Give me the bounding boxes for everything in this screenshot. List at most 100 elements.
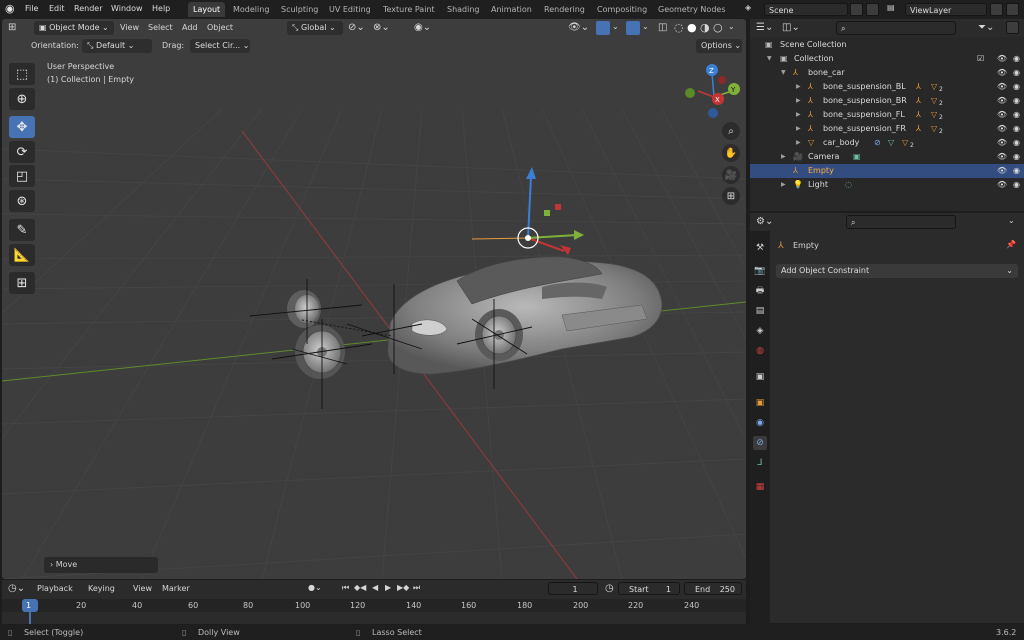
gizmo-toggle-button[interactable]	[596, 21, 610, 35]
expand-triangle-icon[interactable]: ▼	[781, 66, 786, 80]
play-reverse-icon[interactable]: ◀	[372, 583, 378, 592]
select-tool-button[interactable]: ⬚	[9, 63, 35, 85]
render-camera-icon[interactable]: ◉	[1013, 66, 1020, 80]
tab-uv-editing[interactable]: UV Editing	[324, 2, 376, 17]
timeline-editor-icon[interactable]: ◷⌄	[8, 583, 25, 594]
checkbox-icon[interactable]: ☑	[977, 52, 984, 66]
menu-keying[interactable]: Keying	[88, 584, 115, 593]
zoom-view-button[interactable]: ⌕	[722, 122, 740, 140]
overlay-toggle-button[interactable]	[626, 21, 640, 35]
proportional-edit-icon[interactable]: ◉⌄	[414, 22, 431, 33]
output-tab-icon[interactable]: 🖶	[753, 284, 767, 298]
menu-playback[interactable]: Playback	[37, 584, 73, 593]
physics-tab-icon[interactable]: ◉	[753, 416, 767, 430]
tab-geometry-nodes[interactable]: Geometry Nodes	[653, 2, 730, 17]
pivot-icon[interactable]: ⊘⌄	[348, 22, 365, 33]
menu-view[interactable]: View	[133, 584, 152, 593]
render-camera-icon[interactable]: ◉	[1013, 108, 1020, 122]
eye-icon[interactable]: 👁	[997, 52, 1007, 66]
texture-tab-icon[interactable]: ▦	[753, 480, 767, 494]
render-camera-icon[interactable]: ◉	[1013, 178, 1020, 192]
outliner-row-bone-suspension-fl[interactable]: ▶ ⅄ bone_suspension_FL ⅄ ▽ 2 👁 ◉	[750, 108, 1024, 122]
material-shading-icon[interactable]: ◑	[700, 21, 710, 34]
render-camera-icon[interactable]: ◉	[1013, 136, 1020, 150]
xray-icon[interactable]: ◫	[658, 22, 667, 33]
tab-compositing[interactable]: Compositing	[592, 2, 652, 17]
expand-triangle-icon[interactable]: ▶	[796, 94, 801, 108]
outliner-row-empty[interactable]: ⅄ Empty 👁 ◉	[750, 164, 1024, 178]
blender-logo-icon[interactable]: ◉	[5, 2, 15, 15]
expand-triangle-icon[interactable]: ▶	[796, 122, 801, 136]
tab-rendering[interactable]: Rendering	[539, 2, 590, 17]
jump-start-icon[interactable]: ⏮	[342, 583, 349, 593]
menu-render[interactable]: Render	[74, 4, 102, 13]
options-button[interactable]: Options ⌄	[696, 39, 742, 53]
annotate-tool-button[interactable]: ✎	[9, 219, 35, 241]
eye-icon[interactable]: 👁	[997, 136, 1007, 150]
menu-add[interactable]: Add	[182, 23, 198, 32]
tool-tab-icon[interactable]: ⚒	[753, 241, 767, 255]
solid-shading-icon[interactable]: ●	[687, 21, 697, 34]
eye-icon[interactable]: 👁	[997, 94, 1007, 108]
constraints-tab-icon[interactable]: ⊘	[753, 436, 767, 450]
pin-icon[interactable]: 📌	[1006, 240, 1016, 249]
wireframe-shading-icon[interactable]: ◌	[674, 21, 684, 34]
outliner-row-car-body[interactable]: ▶ ▽ car_body ⊘ ▽ ▽ 2 👁 ◉	[750, 136, 1024, 150]
properties-editor-icon[interactable]: ⚙⌄	[756, 216, 773, 227]
eye-icon[interactable]: 👁	[997, 66, 1007, 80]
transform-orientation-selector[interactable]: ⤡ Global ⌄	[287, 21, 343, 35]
viewport-scene[interactable]: Z Y X	[2, 19, 746, 579]
properties-search-input[interactable]: ⌕	[846, 215, 956, 229]
delete-view-layer-button[interactable]	[1006, 3, 1019, 16]
view-layer-selector[interactable]: ViewLayer	[905, 3, 987, 16]
move-tool-button[interactable]: ✥	[9, 116, 35, 138]
render-camera-icon[interactable]: ◉	[1013, 52, 1020, 66]
filter-icon[interactable]: ⏷⌄	[978, 22, 994, 33]
properties-options-icon[interactable]: ⌄	[1008, 216, 1015, 225]
object-data-tab-icon[interactable]: ⅃	[753, 456, 767, 470]
end-frame-field[interactable]: End 250	[684, 582, 742, 595]
outliner-row-scene-collection[interactable]: ▣ Scene Collection	[750, 38, 1024, 52]
new-scene-button[interactable]	[850, 3, 863, 16]
menu-window[interactable]: Window	[111, 4, 143, 13]
menu-object[interactable]: Object	[207, 23, 233, 32]
delete-scene-button[interactable]	[866, 3, 879, 16]
visibility-icon[interactable]: 👁⌄	[568, 22, 589, 33]
outliner-editor-icon[interactable]: ☰⌄	[756, 22, 773, 33]
menu-view[interactable]: View	[120, 23, 139, 32]
last-operator-panel[interactable]: › Move	[44, 557, 158, 573]
outliner-row-bone-suspension-fr[interactable]: ▶ ⅄ bone_suspension_FR ⅄ ▽ 2 👁 ◉	[750, 122, 1024, 136]
drag-selector[interactable]: Select Cir... ⌄	[190, 39, 250, 53]
jump-keyframe-back-icon[interactable]: ◆◀	[354, 583, 366, 592]
outliner-row-bone-suspension-br[interactable]: ▶ ⅄ bone_suspension_BR ⅄ ▽ 2 👁 ◉	[750, 94, 1024, 108]
render-camera-icon[interactable]: ◉	[1013, 164, 1020, 178]
object-tab-icon[interactable]: ▣	[753, 396, 767, 410]
eye-icon[interactable]: 👁	[997, 178, 1007, 192]
outliner-row-bone-car[interactable]: ▼ ⅄ bone_car 👁 ◉	[750, 66, 1024, 80]
rotate-tool-button[interactable]: ⟳	[9, 141, 35, 163]
gizmo-dropdown-icon[interactable]: ⌄	[612, 22, 619, 31]
expand-triangle-icon[interactable]: ▶	[796, 80, 801, 94]
tab-animation[interactable]: Animation	[486, 2, 537, 17]
world-tab-icon[interactable]: ◍	[753, 344, 767, 358]
shading-dropdown-icon[interactable]: ⌄	[728, 22, 735, 31]
expand-triangle-icon[interactable]: ▶	[781, 150, 786, 164]
play-icon[interactable]: ▶	[385, 583, 391, 592]
scene-selector[interactable]: Scene	[764, 3, 848, 16]
tab-texture-paint[interactable]: Texture Paint	[378, 2, 440, 17]
new-view-layer-button[interactable]	[990, 3, 1003, 16]
new-collection-button[interactable]	[1006, 21, 1019, 34]
tab-layout[interactable]: Layout	[188, 2, 226, 17]
menu-file[interactable]: File	[25, 4, 38, 13]
view-layer-tab-icon[interactable]: ▤	[753, 304, 767, 318]
eye-icon[interactable]: 👁	[997, 80, 1007, 94]
menu-edit[interactable]: Edit	[49, 4, 65, 13]
render-camera-icon[interactable]: ◉	[1013, 122, 1020, 136]
outliner-row-bone-suspension-bl[interactable]: ▶ ⅄ bone_suspension_BL ⅄ ▽ 2 👁 ◉	[750, 80, 1024, 94]
render-camera-icon[interactable]: ◉	[1013, 94, 1020, 108]
render-tab-icon[interactable]: 📷	[753, 264, 767, 278]
menu-marker[interactable]: Marker	[162, 584, 190, 593]
scene-tab-icon[interactable]: ◈	[753, 324, 767, 338]
expand-triangle-icon[interactable]: ▶	[796, 108, 801, 122]
outliner-search-input[interactable]: ⌕	[836, 21, 956, 35]
